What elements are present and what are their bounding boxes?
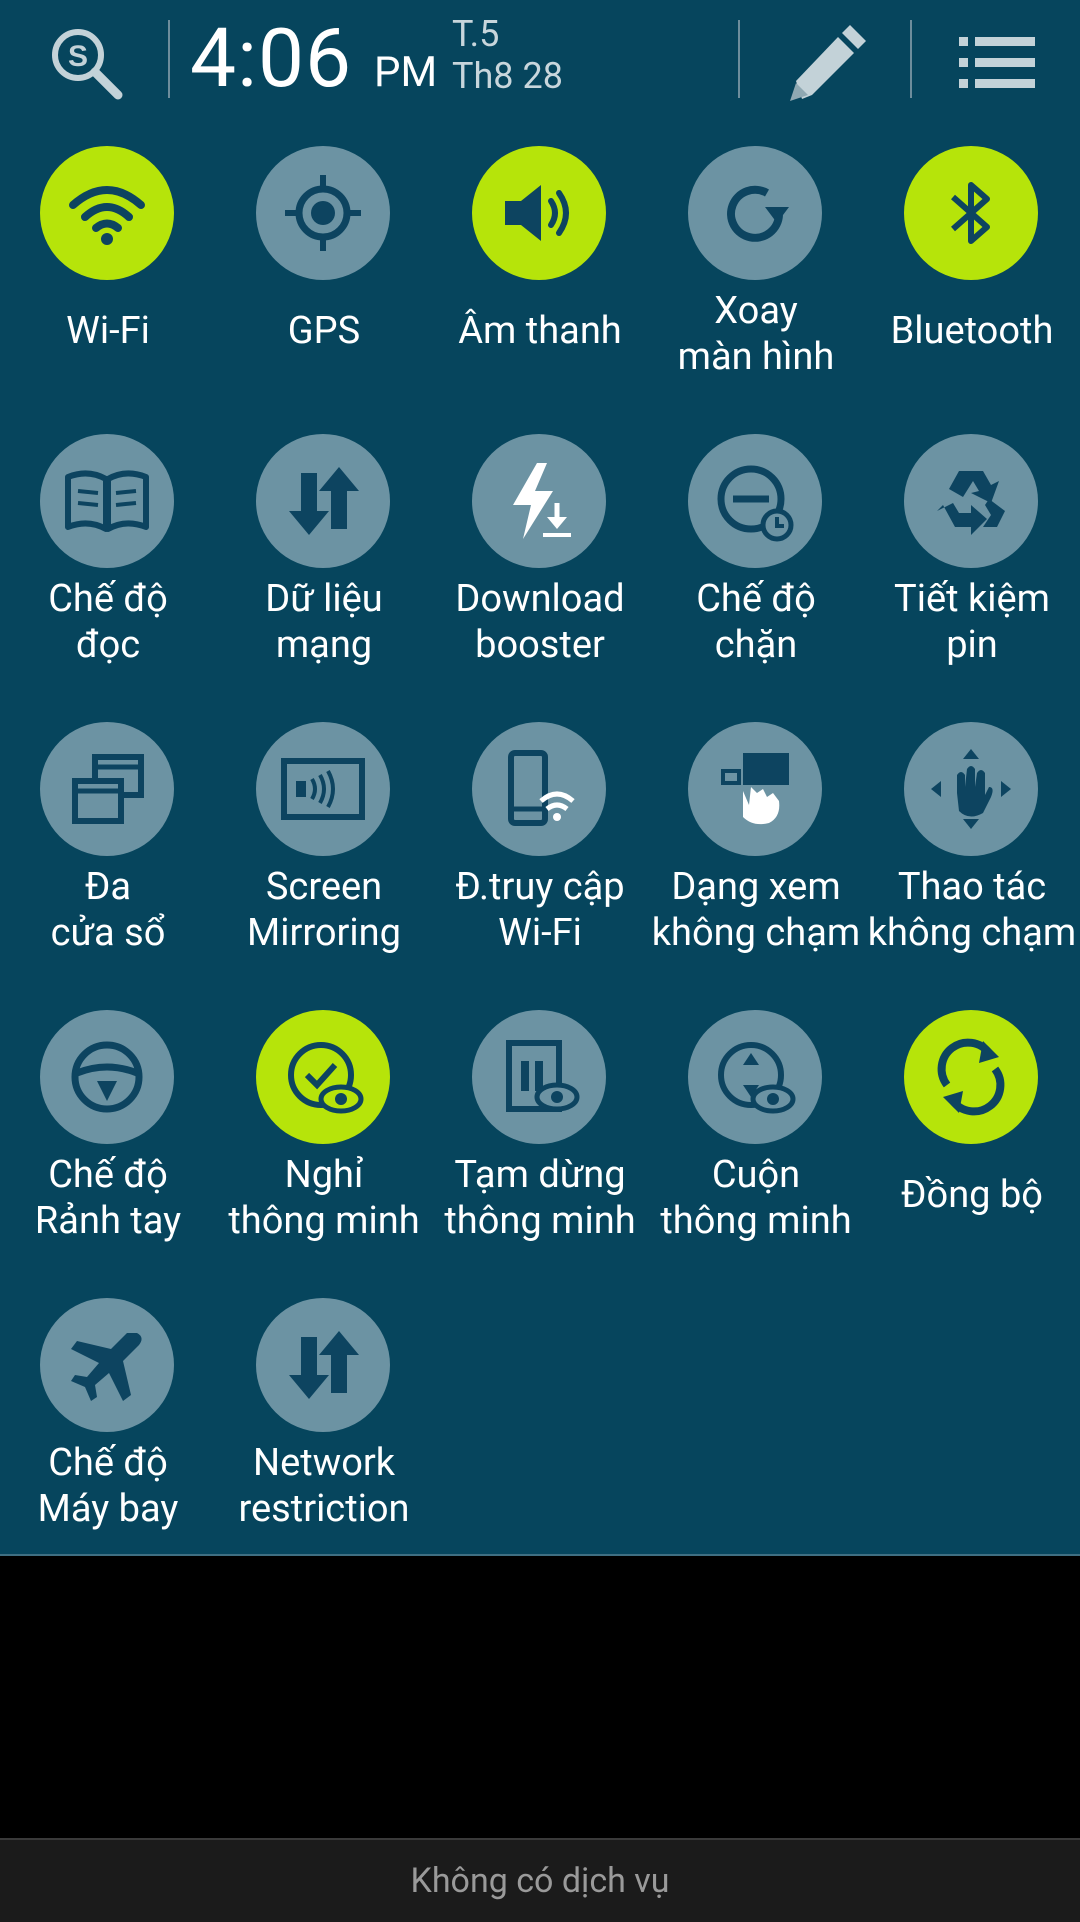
smart-stay-icon[interactable] bbox=[256, 1010, 390, 1144]
list-icon bbox=[959, 37, 1035, 88]
quick-toggle-airgesture[interactable]: Thao tác không chạm bbox=[864, 716, 1080, 986]
quick-settings-panel: S 4:06 PM T.5 Th8 28 Wi-Fi GPS Âm thanh … bbox=[0, 0, 1080, 1556]
clock-day: T.5 bbox=[452, 13, 500, 55]
svg-text:S: S bbox=[68, 40, 88, 73]
quick-toggle-handsfree[interactable]: Chế độ Rảnh tay bbox=[0, 1004, 216, 1274]
pencil-icon bbox=[790, 25, 866, 101]
rotate-icon[interactable] bbox=[688, 146, 822, 280]
header-divider bbox=[910, 20, 912, 98]
edit-button[interactable] bbox=[776, 18, 876, 108]
quick-toggle-rotate[interactable]: Xoay màn hình bbox=[648, 140, 864, 410]
label-line-1: Thao tác bbox=[897, 865, 1047, 909]
quick-toggle-sync[interactable]: Đồng bộ bbox=[864, 1004, 1080, 1274]
quick-toggle-bluetooth[interactable]: Bluetooth bbox=[864, 140, 1080, 410]
label-line-2: pin bbox=[946, 623, 998, 667]
quick-toggle-smartstay[interactable]: Nghỉ thông minh bbox=[216, 1004, 432, 1274]
clock-ampm: PM bbox=[374, 48, 438, 97]
air-view-icon[interactable] bbox=[688, 722, 822, 856]
quick-toggle-mirroring[interactable]: Screen Mirroring bbox=[216, 716, 432, 986]
quick-toggle-label: Thao tác không chạm bbox=[844, 864, 1080, 956]
block-mode-icon[interactable] bbox=[688, 434, 822, 568]
header-divider bbox=[738, 20, 740, 98]
quick-toggle-hotspot[interactable]: Đ.truy cập Wi-Fi bbox=[432, 716, 648, 986]
quick-toggle-airplane[interactable]: Chế độ Máy bay bbox=[0, 1292, 216, 1562]
list-button[interactable] bbox=[947, 18, 1047, 108]
quick-toggle-gps[interactable]: GPS bbox=[216, 140, 432, 410]
hotspot-icon[interactable] bbox=[472, 722, 606, 856]
label-line-1: Bluetooth bbox=[890, 309, 1054, 353]
quick-toggle-netrestrict[interactable]: Network restriction bbox=[216, 1292, 432, 1562]
label-line-1: Đồng bộ bbox=[901, 1173, 1043, 1217]
quick-toggle-multiwindow[interactable]: Đa cửa sổ bbox=[0, 716, 216, 986]
smart-pause-icon[interactable] bbox=[472, 1010, 606, 1144]
speaker-icon[interactable] bbox=[472, 146, 606, 280]
download-booster-icon[interactable] bbox=[472, 434, 606, 568]
label-line-1: Tiết kiệm bbox=[894, 577, 1050, 621]
quick-toggle-label: Đồng bộ bbox=[844, 1172, 1080, 1218]
wifi-icon[interactable] bbox=[40, 146, 174, 280]
header-divider bbox=[168, 20, 170, 98]
multi-window-icon[interactable] bbox=[40, 722, 174, 856]
quick-toggle-airview[interactable]: Dạng xem không chạm bbox=[648, 716, 864, 986]
steering-wheel-icon[interactable] bbox=[40, 1010, 174, 1144]
sync-icon[interactable] bbox=[904, 1010, 1038, 1144]
air-gesture-icon[interactable] bbox=[904, 722, 1038, 856]
label-line-1: Network bbox=[252, 1441, 396, 1485]
label-line-2: restriction bbox=[238, 1487, 410, 1531]
smart-scroll-icon[interactable] bbox=[688, 1010, 822, 1144]
data-arrows-icon[interactable] bbox=[256, 434, 390, 568]
quick-toggle-label: Network restriction bbox=[196, 1440, 452, 1532]
quick-toggle-reading[interactable]: Chế độ đọc bbox=[0, 428, 216, 698]
s-finder-search-icon[interactable]: S bbox=[36, 18, 136, 108]
quick-toggle-block[interactable]: Chế độ chặn bbox=[648, 428, 864, 698]
label-line-2: không chạm bbox=[867, 911, 1077, 955]
clock-date: Th8 28 bbox=[452, 55, 563, 97]
quick-toggle-smartpause[interactable]: Tạm dừng thông minh bbox=[432, 1004, 648, 1274]
recycle-icon[interactable] bbox=[904, 434, 1038, 568]
gps-icon[interactable] bbox=[256, 146, 390, 280]
network-status: Không có dịch vụ bbox=[0, 1838, 1080, 1922]
quick-toggle-smartscroll[interactable]: Cuộn thông minh bbox=[648, 1004, 864, 1274]
quick-toggle-wifi[interactable]: Wi-Fi bbox=[0, 140, 216, 410]
screen-mirroring-icon[interactable] bbox=[256, 722, 390, 856]
notification-header: S 4:06 PM T.5 Th8 28 bbox=[0, 0, 1080, 122]
book-icon[interactable] bbox=[40, 434, 174, 568]
airplane-icon[interactable] bbox=[40, 1298, 174, 1432]
quick-toggle-label: Tiết kiệm pin bbox=[844, 576, 1080, 668]
quick-toggle-power[interactable]: Tiết kiệm pin bbox=[864, 428, 1080, 698]
quick-toggle-label: Bluetooth bbox=[844, 308, 1080, 354]
quick-toggle-download[interactable]: Download booster bbox=[432, 428, 648, 698]
quick-toggle-sound[interactable]: Âm thanh bbox=[432, 140, 648, 410]
data-arrows-icon[interactable] bbox=[256, 1298, 390, 1432]
bluetooth-icon[interactable] bbox=[904, 146, 1038, 280]
quick-toggle-data[interactable]: Dữ liệu mạng bbox=[216, 428, 432, 698]
clock-time: 4:06 bbox=[190, 11, 353, 107]
